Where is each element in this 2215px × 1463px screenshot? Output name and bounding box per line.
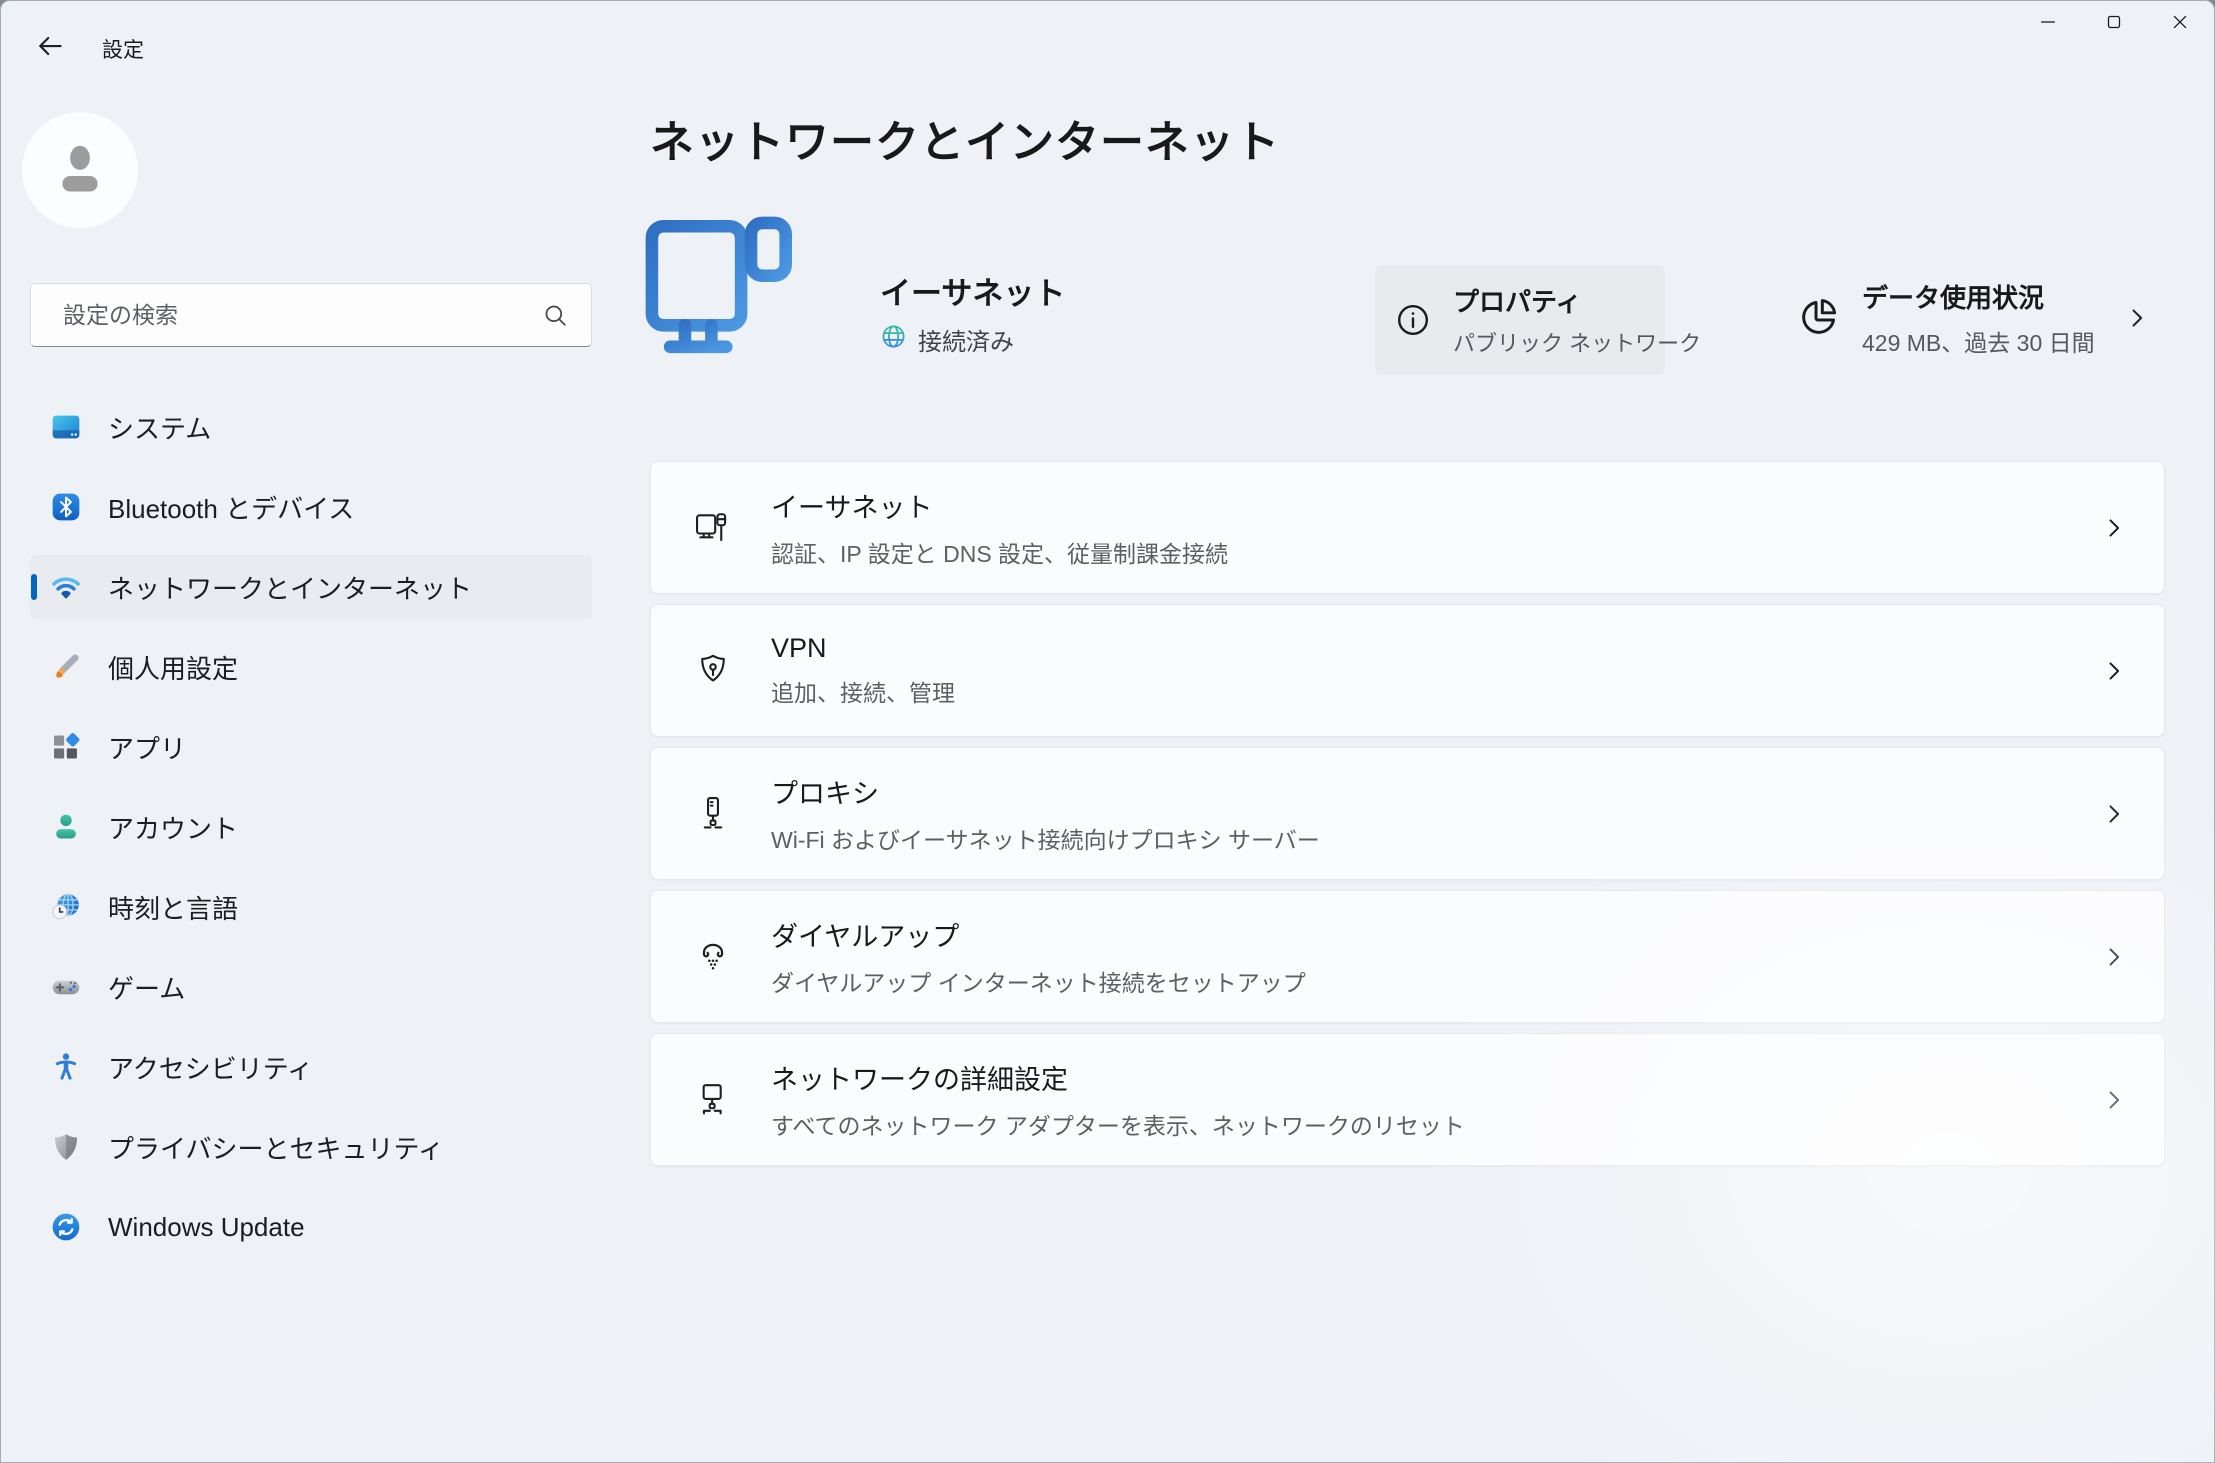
settings-window: 設定 システム Bluetooth とデバイス ネットワークとインターネット 個…	[0, 0, 2215, 1463]
row-subtitle: ダイヤルアップ インターネット接続をセットアップ	[771, 964, 2100, 998]
back-button[interactable]	[28, 26, 72, 70]
gamepad-icon	[50, 971, 82, 1003]
sidebar-item-windows-update[interactable]: Windows Update	[30, 1195, 592, 1259]
close-icon	[2169, 11, 2191, 38]
vpn-shield-icon	[691, 649, 735, 693]
sidebar-item-label: Windows Update	[108, 1212, 305, 1243]
sidebar-nav: システム Bluetooth とデバイス ネットワークとインターネット 個人用設…	[30, 395, 592, 1275]
sidebar-item-accessibility[interactable]: アクセシビリティ	[30, 1035, 592, 1099]
chevron-right-icon	[2100, 1086, 2128, 1114]
row-dialup[interactable]: ダイヤルアップ ダイヤルアップ インターネット接続をセットアップ	[650, 890, 2165, 1023]
wifi-icon	[50, 571, 82, 603]
app-title: 設定	[102, 34, 144, 64]
connection-status: 接続済み	[880, 322, 1014, 357]
row-vpn[interactable]: VPN 追加、接続、管理	[650, 604, 2165, 737]
update-sync-icon	[50, 1211, 82, 1243]
data-usage-card[interactable]: データ使用状況 429 MB、過去 30 日間	[1798, 278, 2151, 358]
info-icon	[1395, 302, 1431, 338]
row-subtitle: Wi-Fi およびイーサネット接続向けプロキシ サーバー	[771, 821, 2100, 855]
sidebar-item-apps[interactable]: アプリ	[30, 715, 592, 779]
globe-icon	[880, 323, 918, 357]
search-box	[30, 283, 592, 347]
row-advanced-network[interactable]: ネットワークの詳細設定 すべてのネットワーク アダプターを表示、ネットワークのリ…	[650, 1033, 2165, 1166]
globe-clock-icon	[50, 891, 82, 923]
sidebar-item-system[interactable]: システム	[30, 395, 592, 459]
apps-icon	[50, 731, 82, 763]
sidebar-item-time-language[interactable]: 時刻と言語	[30, 875, 592, 939]
page-title: ネットワークとインターネット	[650, 106, 1280, 170]
system-icon	[50, 411, 82, 443]
sidebar-item-label: プライバシーとセキュリティ	[108, 1129, 444, 1166]
ethernet-icon	[691, 506, 735, 550]
properties-title: プロパティ	[1453, 282, 1701, 319]
person-icon	[48, 136, 112, 205]
sidebar-item-label: Bluetooth とデバイス	[108, 489, 354, 526]
sidebar-item-gaming[interactable]: ゲーム	[30, 955, 592, 1019]
back-arrow-icon	[35, 31, 65, 66]
data-usage-subtitle: 429 MB、過去 30 日間	[1862, 324, 2095, 358]
sidebar-item-label: アプリ	[108, 729, 186, 766]
sidebar-item-label: 時刻と言語	[108, 889, 238, 926]
row-title: ネットワークの詳細設定	[771, 1058, 2100, 1097]
sidebar-item-privacy-security[interactable]: プライバシーとセキュリティ	[30, 1115, 592, 1179]
row-subtitle: 追加、接続、管理	[771, 674, 2100, 708]
chevron-right-icon	[2100, 657, 2128, 685]
sidebar-item-bluetooth-devices[interactable]: Bluetooth とデバイス	[30, 475, 592, 539]
shield-icon	[50, 1131, 82, 1163]
close-button[interactable]	[2147, 1, 2213, 47]
properties-subtitle: パブリック ネットワーク	[1453, 326, 1701, 358]
minimize-button[interactable]	[2015, 1, 2081, 47]
connection-name: イーサネット	[880, 268, 1065, 313]
row-title: ダイヤルアップ	[771, 915, 2100, 954]
row-title: イーサネット	[771, 486, 2100, 525]
chevron-right-icon	[2100, 514, 2128, 542]
data-usage-title: データ使用状況	[1862, 278, 2095, 315]
sidebar-item-network-internet[interactable]: ネットワークとインターネット	[30, 555, 592, 619]
row-ethernet[interactable]: イーサネット 認証、IP 設定と DNS 設定、従量制課金接続	[650, 461, 2165, 594]
maximize-button[interactable]	[2081, 1, 2147, 47]
chevron-right-icon	[2100, 943, 2128, 971]
accessibility-icon	[50, 1051, 82, 1083]
bluetooth-icon	[50, 491, 82, 523]
chevron-right-icon	[2100, 800, 2128, 828]
properties-card[interactable]: プロパティ パブリック ネットワーク	[1375, 265, 1665, 375]
maximize-icon	[2103, 11, 2125, 38]
row-title: プロキシ	[771, 772, 2100, 811]
row-title: VPN	[771, 633, 2100, 664]
search-icon	[541, 301, 569, 329]
sidebar-item-accounts[interactable]: アカウント	[30, 795, 592, 859]
row-subtitle: すべてのネットワーク アダプターを表示、ネットワークのリセット	[771, 1107, 2100, 1141]
sidebar-item-label: 個人用設定	[108, 649, 238, 686]
chevron-right-icon	[2123, 304, 2151, 332]
sidebar-item-personalization[interactable]: 個人用設定	[30, 635, 592, 699]
status-text: 接続済み	[918, 322, 1014, 357]
sidebar-item-label: ネットワークとインターネット	[108, 569, 472, 606]
user-avatar[interactable]	[22, 112, 138, 228]
minimize-icon	[2037, 11, 2059, 38]
proxy-server-icon	[691, 792, 735, 836]
sidebar-item-label: ゲーム	[108, 969, 185, 1006]
sidebar-item-label: アカウント	[108, 809, 238, 846]
search-input[interactable]	[61, 301, 541, 330]
ethernet-hero-icon	[642, 213, 794, 397]
row-proxy[interactable]: プロキシ Wi-Fi およびイーサネット接続向けプロキシ サーバー	[650, 747, 2165, 880]
dialup-phone-icon	[691, 935, 735, 979]
row-subtitle: 認証、IP 設定と DNS 設定、従量制課金接続	[771, 535, 2100, 569]
pie-chart-icon	[1798, 296, 1840, 338]
paintbrush-icon	[50, 651, 82, 683]
sidebar-item-label: アクセシビリティ	[108, 1049, 313, 1086]
window-controls	[2015, 1, 2213, 47]
network-monitor-icon	[691, 1078, 735, 1122]
sidebar-item-label: システム	[108, 409, 211, 446]
accounts-icon	[50, 811, 82, 843]
